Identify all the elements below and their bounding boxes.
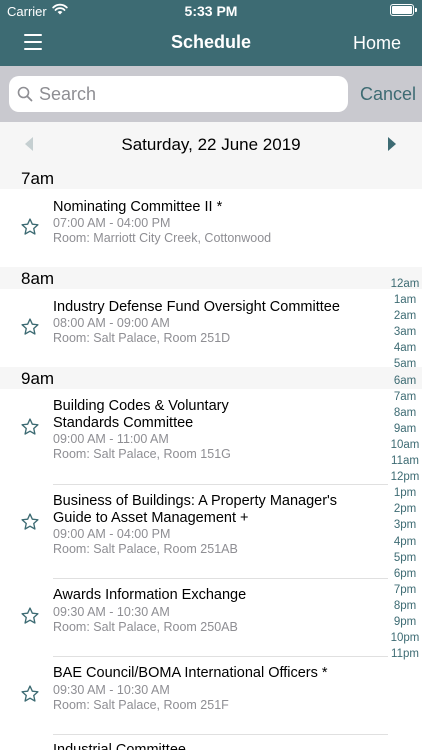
hour-index-item[interactable]: 12am (388, 276, 422, 292)
star-outline-icon[interactable] (20, 684, 40, 704)
list-item[interactable]: Building Codes & Voluntary Standards Com… (0, 389, 388, 485)
hour-index-item[interactable]: 7am (388, 389, 422, 405)
event-room: Room: Salt Palace, Room 151G (53, 447, 231, 461)
hour-index-item[interactable]: 11pm (388, 646, 422, 662)
search-bar: Search Cancel (0, 66, 422, 122)
event-name-line-2: Standards Committee (53, 415, 194, 431)
date-label: Saturday, 22 June 2019 (121, 135, 301, 154)
list-item[interactable]: Awards Information Exchange 09:30 AM - 1… (0, 579, 388, 657)
hour-index-item[interactable]: 7pm (388, 582, 422, 598)
event-name: Awards Information Exchange (53, 587, 247, 603)
hour-index-item[interactable]: 11am (388, 453, 422, 469)
event-name: Industrial Committee (53, 742, 186, 750)
event-room: Room: Salt Palace, Room 250AB (53, 620, 238, 634)
hour-index-item[interactable]: 6pm (388, 566, 422, 582)
hour-index-item[interactable]: 3pm (388, 517, 422, 533)
section-header: 8am (0, 267, 422, 289)
chevron-right-icon[interactable] (388, 137, 396, 151)
event-name-line-1: Business of Buildings: A Property Manage… (53, 493, 338, 509)
event-name: BAE Council/BOMA International Officers … (53, 665, 328, 681)
search-placeholder: Search (39, 84, 97, 104)
hour-index-item[interactable]: 9pm (388, 614, 422, 630)
event-time: 08:00 AM - 09:00 AM (53, 316, 170, 330)
list-item[interactable]: Business of Buildings: A Property Manage… (0, 485, 388, 579)
home-button[interactable]: Home (353, 33, 401, 54)
section-header-label: 7am (21, 169, 55, 188)
hour-index-item[interactable]: 4pm (388, 534, 422, 550)
event-time: 07:00 AM - 04:00 PM (53, 216, 171, 230)
event-room: Room: Salt Palace, Room 251AB (53, 542, 238, 556)
list-item[interactable]: BAE Council/BOMA International Officers … (0, 657, 388, 735)
hour-index-item[interactable]: 10pm (388, 630, 422, 646)
event-name: Industry Defense Fund Oversight Committe… (53, 299, 340, 315)
hour-index-item[interactable]: 1am (388, 292, 422, 308)
cancel-button[interactable]: Cancel (360, 84, 416, 105)
hour-index-item[interactable]: 3am (388, 324, 422, 340)
navigation-bar: Schedule Home (0, 22, 422, 66)
hour-index-item[interactable]: 2pm (388, 501, 422, 517)
star-outline-icon[interactable] (20, 512, 40, 532)
section-header-label: 9am (21, 369, 55, 388)
section-header: 9am (0, 367, 422, 389)
list-item[interactable]: Industry Defense Fund Oversight Committe… (0, 289, 388, 367)
star-outline-icon[interactable] (20, 417, 40, 437)
hour-index-item[interactable]: 1pm (388, 485, 422, 501)
event-room: Room: Marriott City Creek, Cottonwood (53, 231, 272, 245)
hour-index-item[interactable]: 8am (388, 405, 422, 421)
battery-icon (390, 4, 417, 16)
schedule-list[interactable]: 7am Nominating Committee II * 07:00 AM -… (0, 167, 422, 750)
hour-index-item[interactable]: 4am (388, 340, 422, 356)
status-time: 5:33 PM (184, 3, 238, 19)
event-time: 09:00 AM - 11:00 AM (53, 432, 169, 446)
search-input[interactable]: Search (9, 76, 348, 112)
star-outline-icon[interactable] (20, 317, 40, 337)
search-icon (17, 86, 33, 102)
top-bar: Carrier 5:33 PM Schedule Home (0, 0, 422, 66)
hour-index[interactable]: 12am 1am 2am 3am 4am 5am 6am 7am 8am 9am… (388, 276, 422, 662)
star-outline-icon[interactable] (20, 217, 40, 237)
date-bar: Saturday, 22 June 2019 (0, 122, 422, 167)
event-time: 09:00 AM - 04:00 PM (53, 527, 171, 541)
event-room: Room: Salt Palace, Room 251F (53, 698, 229, 712)
section-header: 7am (0, 167, 422, 189)
hour-index-item[interactable]: 5pm (388, 550, 422, 566)
status-bar: Carrier 5:33 PM (0, 0, 422, 22)
event-time: 09:30 AM - 10:30 AM (53, 605, 170, 619)
event-time: 09:30 AM - 10:30 AM (53, 683, 170, 697)
hour-index-item[interactable]: 9am (388, 421, 422, 437)
list-item[interactable]: Nominating Committee II * 07:00 AM - 04:… (0, 189, 388, 267)
star-outline-icon[interactable] (20, 606, 40, 626)
hour-index-item[interactable]: 2am (388, 308, 422, 324)
hour-index-item[interactable]: 10am (388, 437, 422, 453)
section-header-label: 8am (21, 269, 55, 288)
hour-index-item[interactable]: 12pm (388, 469, 422, 485)
hour-index-item[interactable]: 5am (388, 356, 422, 372)
event-name-line-2: Guide to Asset Management + (53, 510, 249, 526)
event-name-line-1: Building Codes & Voluntary (53, 398, 229, 414)
list-item[interactable]: Industrial Committee (0, 735, 388, 750)
event-room: Room: Salt Palace, Room 251D (53, 331, 231, 345)
event-name: Nominating Committee II * (53, 199, 223, 215)
hour-index-item[interactable]: 6am (388, 373, 422, 389)
hour-index-item[interactable]: 8pm (388, 598, 422, 614)
